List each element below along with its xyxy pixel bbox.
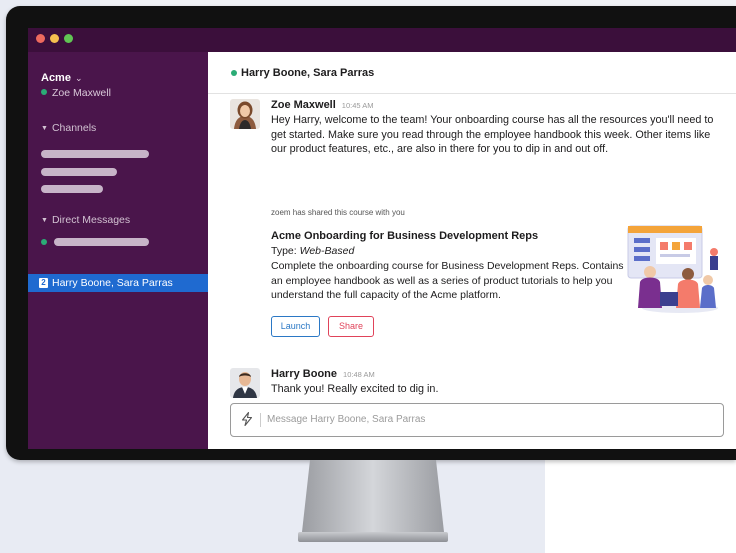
direct-messages-section-header[interactable]: ▼ Direct Messages xyxy=(41,214,130,226)
online-status-icon xyxy=(231,70,237,76)
sidebar-item-label: Harry Boone, Sara Parras xyxy=(52,277,173,289)
monitor-stand xyxy=(298,460,448,544)
course-type: Type: Web-Based xyxy=(271,245,354,257)
title-bar xyxy=(28,28,736,52)
avatar-zoe[interactable] xyxy=(230,99,260,129)
maximize-dot-icon[interactable] xyxy=(64,34,73,43)
minimize-dot-icon[interactable] xyxy=(50,34,59,43)
sidebar: Acme ⌄ Zoe Maxwell ▼ Channels ▼ Direct Mess… xyxy=(28,52,208,449)
launch-button[interactable]: Launch xyxy=(271,316,320,337)
workspace-name: Acme xyxy=(41,72,71,84)
share-notice: zoem has shared this course with you xyxy=(271,208,405,217)
message-author: Harry Boone 10:48 AM xyxy=(271,368,375,380)
conversation-pane: Harry Boone, Sara Parras Zoe Maxwell 10:4… xyxy=(208,52,736,449)
monitor-bezel: Acme ⌄ Zoe Maxwell ▼ Channels ▼ Direct Mess… xyxy=(6,6,736,460)
caret-down-icon: ▼ xyxy=(41,125,48,132)
workspace-switcher[interactable]: Acme ⌄ xyxy=(41,72,83,84)
conversation-header: Harry Boone, Sara Parras xyxy=(208,52,736,94)
message-input[interactable]: Message Harry Boone, Sara Parras xyxy=(267,414,425,425)
message-text: Thank you! Really excited to dig in. xyxy=(271,383,439,395)
message-composer[interactable]: Message Harry Boone, Sara Parras xyxy=(230,403,724,437)
channel-item-placeholder[interactable] xyxy=(41,168,117,176)
lightning-bolt-icon[interactable] xyxy=(239,411,255,427)
course-title[interactable]: Acme Onboarding for Business Development… xyxy=(271,230,538,242)
unread-count-badge: 2 xyxy=(39,278,48,288)
current-user[interactable]: Zoe Maxwell xyxy=(41,87,111,99)
composer-divider xyxy=(260,413,261,427)
message-timestamp[interactable]: 10:48 AM xyxy=(343,370,375,379)
course-illustration xyxy=(622,222,724,314)
channel-item-placeholder[interactable] xyxy=(41,150,149,158)
caret-down-icon: ▼ xyxy=(41,217,48,224)
sidebar-item-harry-sara[interactable]: 2 Harry Boone, Sara Parras xyxy=(28,274,208,292)
close-dot-icon[interactable] xyxy=(36,34,45,43)
app-window: Acme ⌄ Zoe Maxwell ▼ Channels ▼ Direct Mess… xyxy=(28,28,736,449)
direct-messages-label: Direct Messages xyxy=(51,214,131,226)
message-text: Hey Harry, welcome to the team! Your onb… xyxy=(271,114,714,155)
conversation-title[interactable]: Harry Boone, Sara Parras xyxy=(241,67,374,79)
online-status-icon xyxy=(41,239,47,245)
channel-item-placeholder[interactable] xyxy=(41,185,103,193)
current-user-name: Zoe Maxwell xyxy=(52,87,111,99)
channels-label: Channels xyxy=(51,122,97,134)
dm-item-placeholder[interactable] xyxy=(54,238,149,246)
author-name[interactable]: Harry Boone xyxy=(271,368,337,380)
course-type-value: Web-Based xyxy=(299,245,355,257)
course-type-label: Type: xyxy=(271,245,297,257)
share-button[interactable]: Share xyxy=(328,316,374,337)
chevron-down-icon: ⌄ xyxy=(74,73,83,83)
channels-section-header[interactable]: ▼ Channels xyxy=(41,122,96,134)
online-status-icon xyxy=(41,89,47,95)
author-name[interactable]: Zoe Maxwell xyxy=(271,99,336,111)
course-description: Complete the onboarding course for Busin… xyxy=(271,260,624,301)
message-author: Zoe Maxwell 10:45 AM xyxy=(271,99,374,111)
message-timestamp[interactable]: 10:45 AM xyxy=(342,101,374,110)
avatar-harry[interactable] xyxy=(230,368,260,398)
